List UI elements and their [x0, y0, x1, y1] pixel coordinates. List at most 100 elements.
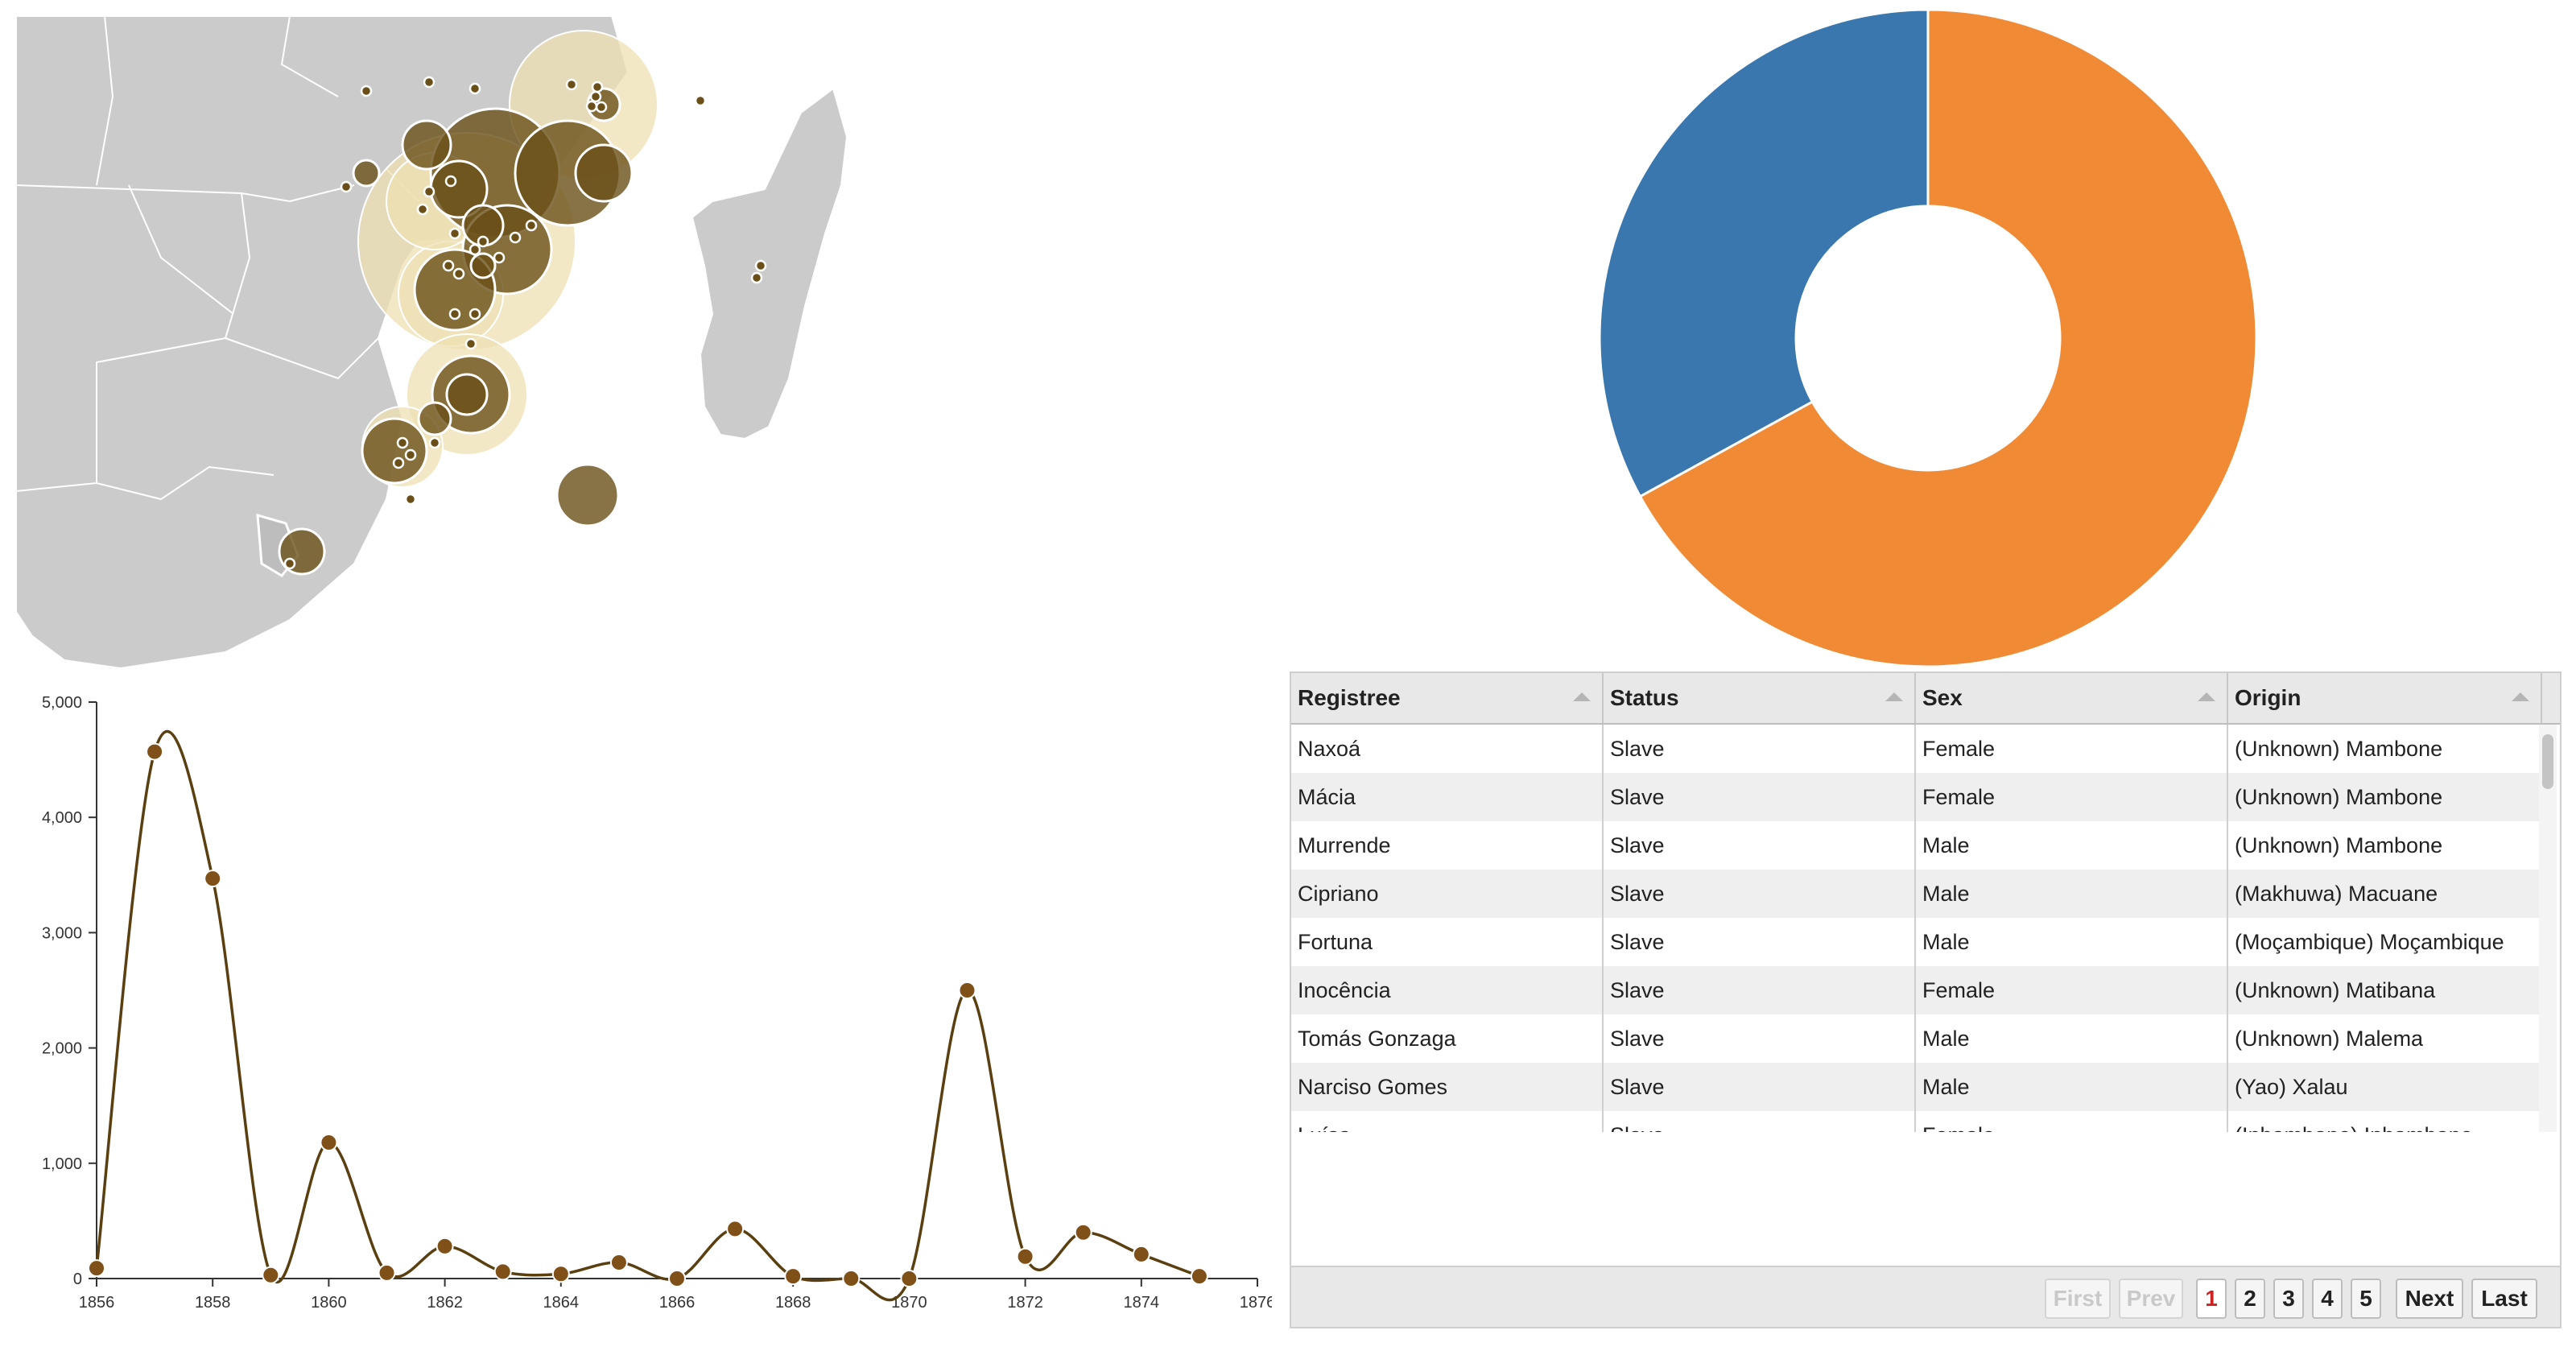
- data-point[interactable]: [1132, 1245, 1150, 1263]
- column-registree[interactable]: Registree: [1291, 673, 1604, 723]
- table-row[interactable]: Naxoá Slave Female (Unknown) Mambone: [1291, 725, 2542, 773]
- table-body[interactable]: Naxoá Slave Female (Unknown) Mambone Mácia Sl…: [1291, 725, 2542, 1132]
- data-point[interactable]: [436, 1237, 454, 1255]
- y-tick-label: 3,000: [42, 924, 82, 942]
- table-row[interactable]: Fortuna Slave Male (Moçambique) Moçambique: [1291, 918, 2542, 966]
- data-point[interactable]: [784, 1267, 803, 1286]
- next-page-button[interactable]: Next: [2396, 1279, 2463, 1319]
- bubble[interactable]: [574, 143, 634, 203]
- table-row[interactable]: Inocência Slave Female (Unknown) Matibana: [1291, 966, 2542, 1014]
- data-point[interactable]: [609, 1253, 628, 1271]
- data-point[interactable]: [493, 1262, 512, 1281]
- page-3-button[interactable]: 3: [2273, 1279, 2304, 1319]
- bubble[interactable]: [445, 373, 489, 416]
- sort-arrow-icon[interactable]: [2198, 692, 2215, 701]
- data-point[interactable]: [668, 1270, 686, 1287]
- bubble[interactable]: [352, 159, 381, 188]
- bubble[interactable]: [416, 203, 429, 216]
- data-point[interactable]: [551, 1265, 570, 1283]
- data-point[interactable]: [958, 981, 976, 999]
- bubble[interactable]: [694, 94, 707, 107]
- last-page-button[interactable]: Last: [2471, 1279, 2537, 1319]
- bubble[interactable]: [361, 417, 428, 485]
- bubble[interactable]: [469, 82, 481, 95]
- bubble[interactable]: [525, 219, 538, 232]
- sex-cell: Male: [1916, 918, 2228, 966]
- bubble[interactable]: [283, 557, 296, 570]
- table-scrollbar[interactable]: [2539, 725, 2557, 1132]
- bubble[interactable]: [591, 81, 604, 93]
- bubble[interactable]: [754, 259, 767, 272]
- bubble[interactable]: [448, 227, 461, 240]
- bubble[interactable]: [469, 243, 481, 256]
- data-point[interactable]: [204, 870, 222, 888]
- data-point[interactable]: [262, 1266, 280, 1284]
- bubble[interactable]: [555, 463, 620, 527]
- bubble[interactable]: [464, 337, 477, 350]
- column-status[interactable]: Status: [1604, 673, 1916, 723]
- data-point[interactable]: [842, 1270, 861, 1287]
- bubble[interactable]: [423, 76, 436, 89]
- bubble[interactable]: [417, 401, 452, 436]
- page-4-button[interactable]: 4: [2312, 1279, 2343, 1319]
- bubble[interactable]: [401, 119, 452, 171]
- line-chart-plot: [88, 729, 1208, 1302]
- bubble[interactable]: [444, 175, 457, 188]
- bubble[interactable]: [392, 457, 405, 469]
- data-point[interactable]: [320, 1134, 338, 1152]
- bubble[interactable]: [589, 90, 602, 103]
- data-point[interactable]: [378, 1263, 396, 1282]
- page-2-button[interactable]: 2: [2235, 1279, 2265, 1319]
- bubble[interactable]: [750, 271, 763, 284]
- column-sex[interactable]: Sex: [1916, 673, 2228, 723]
- bubble[interactable]: [404, 493, 417, 506]
- table-row[interactable]: Narciso Gomes Slave Male (Yao) Xalau: [1291, 1063, 2542, 1111]
- bubble[interactable]: [452, 267, 465, 280]
- bubble[interactable]: [477, 235, 489, 248]
- page-5-button[interactable]: 5: [2351, 1279, 2381, 1319]
- bubble[interactable]: [469, 308, 481, 320]
- sort-arrow-icon[interactable]: [1573, 692, 1591, 701]
- x-tick-label: 1860: [311, 1294, 347, 1312]
- bubble[interactable]: [509, 231, 522, 244]
- data-point[interactable]: [726, 1220, 745, 1238]
- donut-slice[interactable]: [1598, 8, 1930, 498]
- bubble[interactable]: [448, 308, 461, 320]
- data-point[interactable]: [900, 1270, 919, 1287]
- sort-arrow-icon[interactable]: [2512, 692, 2529, 701]
- bubble[interactable]: [360, 85, 373, 97]
- bubble[interactable]: [340, 180, 353, 193]
- bubble[interactable]: [442, 259, 455, 272]
- table-row[interactable]: Cipriano Slave Male (Makhuwa) Macuane: [1291, 870, 2542, 918]
- bubble[interactable]: [585, 100, 598, 113]
- first-page-button[interactable]: First: [2045, 1279, 2111, 1319]
- bubble[interactable]: [565, 78, 578, 91]
- data-point[interactable]: [1190, 1267, 1208, 1286]
- bubble[interactable]: [396, 436, 409, 449]
- data-point[interactable]: [88, 1259, 105, 1278]
- status-cell: Slave: [1604, 725, 1916, 773]
- registree-cell: Murrende: [1291, 821, 1604, 870]
- bubble[interactable]: [428, 436, 441, 449]
- sort-arrow-icon[interactable]: [1885, 692, 1903, 701]
- data-point[interactable]: [1074, 1223, 1092, 1242]
- page-1-button[interactable]: 1: [2196, 1279, 2227, 1319]
- data-point[interactable]: [1016, 1247, 1034, 1266]
- table-row[interactable]: Murrende Slave Male (Unknown) Mambone: [1291, 821, 2542, 870]
- table-row[interactable]: LuísaSlaveFemale(Inhambane) Inhambane: [1291, 1111, 2542, 1132]
- bubble[interactable]: [423, 185, 436, 198]
- table-row[interactable]: Tomás Gonzaga Slave Male (Unknown) Malema: [1291, 1014, 2542, 1063]
- bubble[interactable]: [493, 251, 506, 264]
- bubble[interactable]: [404, 448, 417, 461]
- y-tick-label: 2,000: [42, 1040, 82, 1058]
- bubble[interactable]: [595, 101, 608, 114]
- prev-page-button[interactable]: Prev: [2119, 1279, 2183, 1319]
- table-row[interactable]: Mácia Slave Female (Unknown) Mambone: [1291, 773, 2542, 821]
- sex-cell: Male: [1916, 870, 2228, 918]
- bubble[interactable]: [469, 252, 497, 279]
- data-point[interactable]: [146, 742, 164, 761]
- column-origin[interactable]: Origin: [2228, 673, 2542, 723]
- scrollbar-thumb[interactable]: [2542, 734, 2553, 789]
- x-tick-label: 1868: [775, 1294, 811, 1312]
- origin-map[interactable]: [0, 0, 1272, 684]
